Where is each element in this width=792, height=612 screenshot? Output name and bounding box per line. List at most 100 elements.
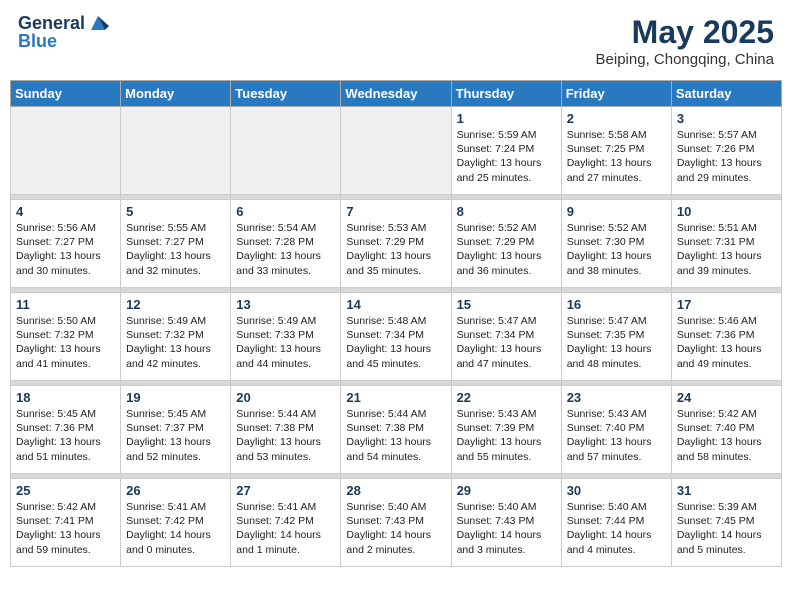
- calendar-cell: 13 Sunrise: 5:49 AM Sunset: 7:33 PM Dayli…: [231, 293, 341, 381]
- day-detail: Sunrise: 5:59 AM Sunset: 7:24 PM Dayligh…: [457, 128, 556, 185]
- day-number: 17: [677, 297, 776, 312]
- day-detail: Sunrise: 5:52 AM Sunset: 7:29 PM Dayligh…: [457, 221, 556, 278]
- calendar-week-row: 25 Sunrise: 5:42 AM Sunset: 7:41 PM Dayli…: [11, 479, 782, 567]
- day-detail: Sunrise: 5:58 AM Sunset: 7:25 PM Dayligh…: [567, 128, 666, 185]
- day-number: 7: [346, 204, 445, 219]
- calendar-cell: 26 Sunrise: 5:41 AM Sunset: 7:42 PM Dayli…: [121, 479, 231, 567]
- day-number: 30: [567, 483, 666, 498]
- day-detail: Sunrise: 5:45 AM Sunset: 7:37 PM Dayligh…: [126, 407, 225, 464]
- day-detail: Sunrise: 5:40 AM Sunset: 7:43 PM Dayligh…: [346, 500, 445, 557]
- day-number: 5: [126, 204, 225, 219]
- calendar-cell: 27 Sunrise: 5:41 AM Sunset: 7:42 PM Dayli…: [231, 479, 341, 567]
- day-detail: Sunrise: 5:41 AM Sunset: 7:42 PM Dayligh…: [126, 500, 225, 557]
- day-detail: Sunrise: 5:42 AM Sunset: 7:40 PM Dayligh…: [677, 407, 776, 464]
- page-header: General Blue May 2025 Beiping, Chongqing…: [10, 10, 782, 72]
- calendar-week-row: 18 Sunrise: 5:45 AM Sunset: 7:36 PM Dayli…: [11, 386, 782, 474]
- calendar-cell: 1 Sunrise: 5:59 AM Sunset: 7:24 PM Daylig…: [451, 107, 561, 195]
- day-number: 11: [16, 297, 115, 312]
- month-title: May 2025: [596, 14, 774, 51]
- day-number: 29: [457, 483, 556, 498]
- calendar-cell: 16Sunrise: 5:47 AM Sunset: 7:35 PM Dayli…: [561, 293, 671, 381]
- calendar-cell: 2 Sunrise: 5:58 AM Sunset: 7:25 PM Daylig…: [561, 107, 671, 195]
- day-detail: Sunrise: 5:42 AM Sunset: 7:41 PM Dayligh…: [16, 500, 115, 557]
- calendar-cell: 24 Sunrise: 5:42 AM Sunset: 7:40 PM Dayli…: [671, 386, 781, 474]
- day-detail: Sunrise: 5:45 AM Sunset: 7:36 PM Dayligh…: [16, 407, 115, 464]
- day-number: 13: [236, 297, 335, 312]
- location: Beiping, Chongqing, China: [596, 51, 774, 68]
- calendar-cell: 6Sunrise: 5:54 AM Sunset: 7:28 PM Daylig…: [231, 200, 341, 288]
- logo-subtext: Blue: [18, 32, 109, 52]
- calendar-table: SundayMondayTuesdayWednesdayThursdayFrid…: [10, 80, 782, 567]
- calendar-cell: 5Sunrise: 5:55 AM Sunset: 7:27 PM Daylig…: [121, 200, 231, 288]
- day-detail: Sunrise: 5:50 AM Sunset: 7:32 PM Dayligh…: [16, 314, 115, 371]
- day-number: 1: [457, 111, 556, 126]
- day-number: 19: [126, 390, 225, 405]
- day-detail: Sunrise: 5:43 AM Sunset: 7:40 PM Dayligh…: [567, 407, 666, 464]
- day-detail: Sunrise: 5:39 AM Sunset: 7:45 PM Dayligh…: [677, 500, 776, 557]
- day-detail: Sunrise: 5:46 AM Sunset: 7:36 PM Dayligh…: [677, 314, 776, 371]
- day-number: 9: [567, 204, 666, 219]
- calendar-cell: 9 Sunrise: 5:52 AM Sunset: 7:30 PM Daylig…: [561, 200, 671, 288]
- day-number: 21: [346, 390, 445, 405]
- day-number: 15: [457, 297, 556, 312]
- day-detail: Sunrise: 5:44 AM Sunset: 7:38 PM Dayligh…: [236, 407, 335, 464]
- calendar-cell: 7 Sunrise: 5:53 AM Sunset: 7:29 PM Daylig…: [341, 200, 451, 288]
- day-number: 24: [677, 390, 776, 405]
- day-number: 6: [236, 204, 335, 219]
- day-number: 27: [236, 483, 335, 498]
- calendar-cell: 21Sunrise: 5:44 AM Sunset: 7:38 PM Dayli…: [341, 386, 451, 474]
- day-number: 12: [126, 297, 225, 312]
- day-number: 8: [457, 204, 556, 219]
- logo-icon: [87, 12, 109, 34]
- calendar-cell: [231, 107, 341, 195]
- calendar-cell: 17 Sunrise: 5:46 AM Sunset: 7:36 PM Dayli…: [671, 293, 781, 381]
- calendar-cell: [121, 107, 231, 195]
- calendar-cell: 23 Sunrise: 5:43 AM Sunset: 7:40 PM Dayli…: [561, 386, 671, 474]
- calendar-cell: 29 Sunrise: 5:40 AM Sunset: 7:43 PM Dayli…: [451, 479, 561, 567]
- calendar-cell: 11 Sunrise: 5:50 AM Sunset: 7:32 PM Dayli…: [11, 293, 121, 381]
- day-detail: Sunrise: 5:57 AM Sunset: 7:26 PM Dayligh…: [677, 128, 776, 185]
- day-number: 28: [346, 483, 445, 498]
- calendar-cell: 8 Sunrise: 5:52 AM Sunset: 7:29 PM Daylig…: [451, 200, 561, 288]
- day-detail: Sunrise: 5:41 AM Sunset: 7:42 PM Dayligh…: [236, 500, 335, 557]
- day-detail: Sunrise: 5:52 AM Sunset: 7:30 PM Dayligh…: [567, 221, 666, 278]
- calendar-cell: 19 Sunrise: 5:45 AM Sunset: 7:37 PM Dayli…: [121, 386, 231, 474]
- calendar-cell: 31Sunrise: 5:39 AM Sunset: 7:45 PM Dayli…: [671, 479, 781, 567]
- day-number: 2: [567, 111, 666, 126]
- day-detail: Sunrise: 5:53 AM Sunset: 7:29 PM Dayligh…: [346, 221, 445, 278]
- day-number: 25: [16, 483, 115, 498]
- day-detail: Sunrise: 5:40 AM Sunset: 7:43 PM Dayligh…: [457, 500, 556, 557]
- weekday-header: Tuesday: [231, 81, 341, 107]
- calendar-cell: 25 Sunrise: 5:42 AM Sunset: 7:41 PM Dayli…: [11, 479, 121, 567]
- day-number: 23: [567, 390, 666, 405]
- day-number: 18: [16, 390, 115, 405]
- day-number: 4: [16, 204, 115, 219]
- day-detail: Sunrise: 5:43 AM Sunset: 7:39 PM Dayligh…: [457, 407, 556, 464]
- day-detail: Sunrise: 5:56 AM Sunset: 7:27 PM Dayligh…: [16, 221, 115, 278]
- calendar-cell: 15Sunrise: 5:47 AM Sunset: 7:34 PM Dayli…: [451, 293, 561, 381]
- day-number: 14: [346, 297, 445, 312]
- day-detail: Sunrise: 5:47 AM Sunset: 7:35 PM Dayligh…: [567, 314, 666, 371]
- calendar-cell: 3 Sunrise: 5:57 AM Sunset: 7:26 PM Daylig…: [671, 107, 781, 195]
- weekday-header: Wednesday: [341, 81, 451, 107]
- day-number: 3: [677, 111, 776, 126]
- day-detail: Sunrise: 5:49 AM Sunset: 7:33 PM Dayligh…: [236, 314, 335, 371]
- weekday-header: Monday: [121, 81, 231, 107]
- calendar-cell: [11, 107, 121, 195]
- day-detail: Sunrise: 5:48 AM Sunset: 7:34 PM Dayligh…: [346, 314, 445, 371]
- day-detail: Sunrise: 5:51 AM Sunset: 7:31 PM Dayligh…: [677, 221, 776, 278]
- calendar-cell: 30Sunrise: 5:40 AM Sunset: 7:44 PM Dayli…: [561, 479, 671, 567]
- calendar-week-row: 4 Sunrise: 5:56 AM Sunset: 7:27 PM Daylig…: [11, 200, 782, 288]
- day-number: 10: [677, 204, 776, 219]
- calendar-cell: 20Sunrise: 5:44 AM Sunset: 7:38 PM Dayli…: [231, 386, 341, 474]
- weekday-header: Thursday: [451, 81, 561, 107]
- calendar-cell: 22Sunrise: 5:43 AM Sunset: 7:39 PM Dayli…: [451, 386, 561, 474]
- day-number: 26: [126, 483, 225, 498]
- calendar-cell: 18 Sunrise: 5:45 AM Sunset: 7:36 PM Dayli…: [11, 386, 121, 474]
- calendar-cell: 4 Sunrise: 5:56 AM Sunset: 7:27 PM Daylig…: [11, 200, 121, 288]
- calendar-cell: 14 Sunrise: 5:48 AM Sunset: 7:34 PM Dayli…: [341, 293, 451, 381]
- calendar-cell: 28 Sunrise: 5:40 AM Sunset: 7:43 PM Dayli…: [341, 479, 451, 567]
- logo: General Blue: [18, 14, 109, 52]
- title-block: May 2025 Beiping, Chongqing, China: [596, 14, 774, 68]
- weekday-header: Friday: [561, 81, 671, 107]
